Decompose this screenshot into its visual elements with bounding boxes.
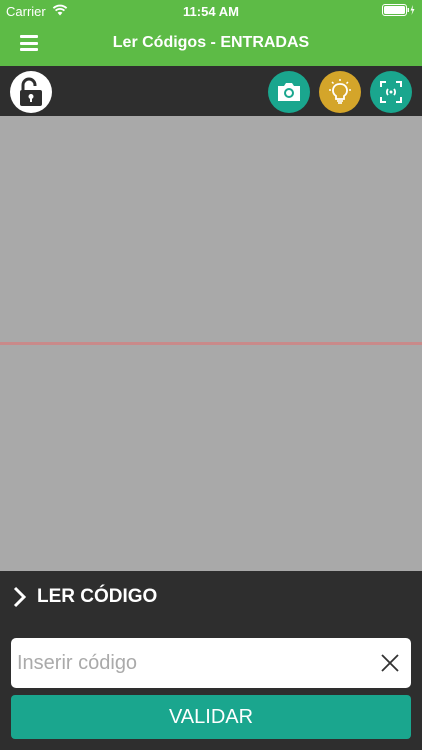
scanner-toolbar (0, 66, 422, 116)
status-time: 11:54 AM (183, 4, 239, 19)
clear-icon[interactable] (379, 652, 401, 674)
top-bar: Carrier 11:54 AM Ler Códigos - ENTRADAS (0, 0, 422, 66)
page-title: Ler Códigos - ENTRADAS (112, 34, 310, 51)
read-code-label: LER CÓDIGO (37, 586, 158, 607)
validate-button[interactable]: VALIDAR (11, 695, 411, 739)
code-input-container (11, 638, 411, 688)
battery-icon (382, 4, 416, 19)
status-bar: Carrier 11:54 AM (0, 0, 422, 22)
camera-icon[interactable] (268, 71, 310, 113)
unlock-icon[interactable] (10, 71, 52, 113)
read-code-toggle[interactable]: LER CÓDIGO (0, 571, 422, 623)
chevron-right-icon (12, 586, 28, 613)
code-input[interactable] (17, 638, 367, 688)
camera-viewport (0, 116, 422, 571)
scan-frame-icon[interactable] (370, 71, 412, 113)
navigation-bar: Ler Códigos - ENTRADAS (0, 22, 422, 66)
code-entry-panel: VALIDAR (0, 623, 422, 750)
lightbulb-icon[interactable] (319, 71, 361, 113)
scan-line (0, 342, 422, 345)
